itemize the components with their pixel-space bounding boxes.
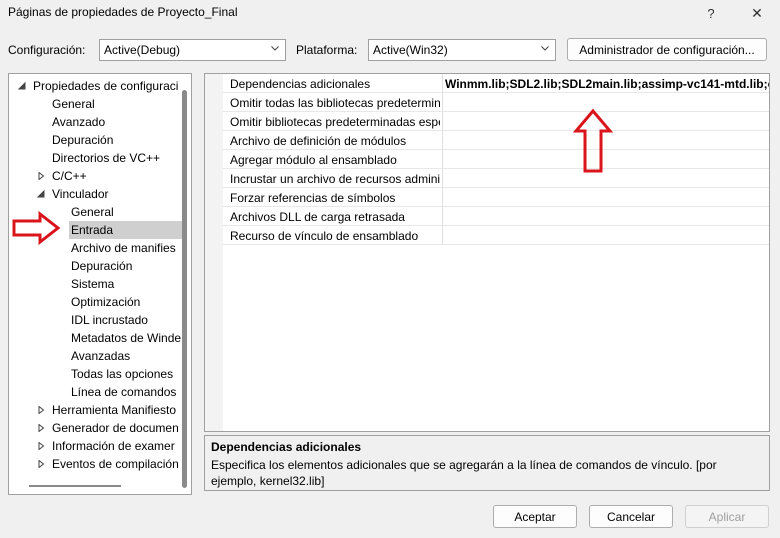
- grid-row[interactable]: Agregar módulo al ensamblado: [223, 150, 769, 169]
- help-icon: ?: [707, 5, 715, 21]
- configuration-select-value: Active(Debug): [104, 43, 181, 57]
- column-divider: [442, 207, 443, 226]
- accept-button[interactable]: Aceptar: [493, 505, 577, 528]
- grid-row[interactable]: Omitir bibliotecas predeterminadas espec…: [223, 112, 769, 131]
- tree-item[interactable]: Línea de comandos: [69, 383, 176, 401]
- collapsed-triangle-icon[interactable]: [37, 442, 45, 450]
- column-divider: [442, 188, 443, 207]
- property-grid: Dependencias adicionales Winmm.lib;SDL2.l…: [204, 73, 770, 432]
- tree-item[interactable]: Avanzadas: [69, 347, 130, 365]
- property-name: Incrustar un archivo de recursos adminis…: [230, 172, 440, 186]
- grid-row[interactable]: Archivo de definición de módulos: [223, 131, 769, 150]
- property-name: Archivo de definición de módulos: [230, 134, 407, 148]
- chevron-down-icon: [271, 46, 279, 51]
- tree-item[interactable]: Herramienta Manifiesto: [50, 401, 176, 419]
- property-value[interactable]: Winmm.lib;SDL2.lib;SDL2main.lib;assimp-v…: [445, 77, 769, 91]
- description-panel: Dependencias adicionales Especifica los …: [204, 435, 770, 491]
- column-divider: [442, 226, 443, 245]
- collapsed-triangle-icon[interactable]: [37, 172, 45, 180]
- configuration-manager-button[interactable]: Administrador de configuración...: [567, 38, 767, 61]
- title-bar: Páginas de propiedades de Proyecto_Final…: [0, 0, 780, 26]
- tree-item[interactable]: Archivo de manifies: [69, 239, 176, 257]
- configuration-select[interactable]: Active(Debug): [99, 39, 286, 61]
- column-divider: [442, 112, 443, 131]
- tree-item[interactable]: Vinculador: [50, 185, 108, 203]
- expanded-triangle-icon[interactable]: [37, 190, 45, 198]
- tree-item[interactable]: Sistema: [69, 275, 114, 293]
- property-name: Omitir bibliotecas predeterminadas espec…: [230, 115, 440, 129]
- tree-item[interactable]: Depuración: [69, 257, 132, 275]
- tree-item[interactable]: IDL incrustado: [69, 311, 148, 329]
- column-divider: [442, 93, 443, 112]
- grid-row[interactable]: Recurso de vínculo de ensamblado: [223, 226, 769, 245]
- platform-select-value: Active(Win32): [373, 43, 448, 57]
- tree-item[interactable]: Todas las opciones: [69, 365, 173, 383]
- property-name: Dependencias adicionales: [230, 77, 371, 91]
- platform-select[interactable]: Active(Win32): [368, 39, 556, 61]
- grid-gutter: [205, 74, 223, 431]
- chevron-down-icon: [541, 46, 549, 51]
- property-name: Archivos DLL de carga retrasada: [230, 210, 405, 224]
- tree-item[interactable]: General: [69, 203, 114, 221]
- grid-row[interactable]: Incrustar un archivo de recursos adminis…: [223, 169, 769, 188]
- description-title: Dependencias adicionales: [211, 440, 362, 454]
- configuration-label: Configuración:: [8, 43, 86, 57]
- column-divider: [442, 169, 443, 188]
- grid-row[interactable]: Forzar referencias de símbolos: [223, 188, 769, 207]
- grid-row[interactable]: Dependencias adicionales Winmm.lib;SDL2.l…: [223, 74, 769, 93]
- tree-item[interactable]: Información de examer: [50, 437, 175, 455]
- tree-item[interactable]: Metadatos de Winde: [69, 329, 181, 347]
- tree-item[interactable]: Avanzado: [50, 113, 105, 131]
- collapsed-triangle-icon[interactable]: [37, 424, 45, 432]
- close-button[interactable]: ✕: [734, 0, 780, 26]
- tree-vertical-scrollbar[interactable]: [182, 90, 187, 488]
- tree-item[interactable]: C/C++: [50, 167, 87, 185]
- red-arrow-up-icon: [573, 108, 613, 173]
- tree-item[interactable]: Directorios de VC++: [50, 149, 160, 167]
- window-title: Páginas de propiedades de Proyecto_Final: [8, 5, 238, 19]
- tree-item[interactable]: Propiedades de configuraci: [31, 77, 178, 95]
- column-divider: [442, 131, 443, 150]
- property-name: Agregar módulo al ensamblado: [230, 153, 397, 167]
- expanded-triangle-icon[interactable]: [18, 82, 26, 90]
- close-icon: ✕: [751, 4, 763, 21]
- property-name: Omitir todas las bibliotecas predetermin…: [230, 96, 440, 110]
- cancel-button[interactable]: Cancelar: [589, 505, 673, 528]
- collapsed-triangle-icon[interactable]: [37, 460, 45, 468]
- property-tree[interactable]: Propiedades de configuraci General Avanzad…: [8, 73, 192, 495]
- column-divider: [442, 150, 443, 169]
- platform-label: Plataforma:: [296, 43, 358, 57]
- column-divider: [442, 74, 443, 93]
- tree-item[interactable]: Depuración: [50, 131, 113, 149]
- tree-item[interactable]: Optimización: [69, 293, 140, 311]
- help-button[interactable]: ?: [688, 0, 734, 26]
- tree-item[interactable]: General: [50, 95, 95, 113]
- description-text: Especifica los elementos adicionales que…: [211, 458, 717, 488]
- apply-button[interactable]: Aplicar: [685, 505, 769, 528]
- collapsed-triangle-icon[interactable]: [37, 406, 45, 414]
- red-arrow-right-icon: [12, 211, 61, 245]
- tree-item[interactable]: Eventos de compilación: [50, 455, 179, 473]
- grid-row[interactable]: Omitir todas las bibliotecas predetermin…: [223, 93, 769, 112]
- property-name: Forzar referencias de símbolos: [230, 191, 396, 205]
- tree-item[interactable]: Generador de documen: [50, 419, 179, 437]
- tree-horizontal-scrollbar[interactable]: [29, 485, 121, 487]
- property-name: Recurso de vínculo de ensamblado: [230, 229, 419, 243]
- grid-row[interactable]: Archivos DLL de carga retrasada: [223, 207, 769, 226]
- tree-item[interactable]: Entrada: [69, 221, 182, 239]
